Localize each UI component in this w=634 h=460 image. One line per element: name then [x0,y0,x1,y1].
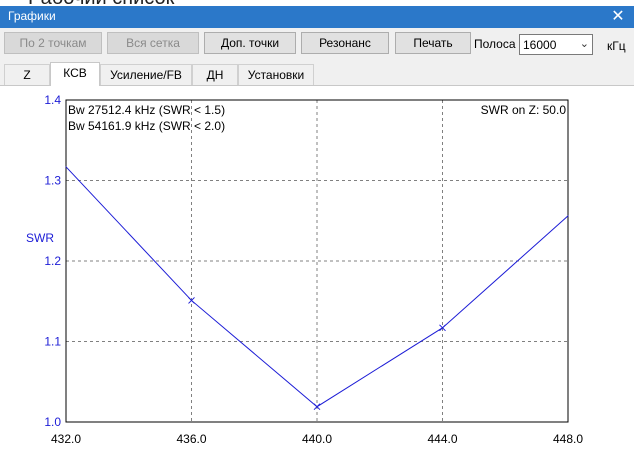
y-tick-label: 1.2 [44,254,61,268]
by-two-points-button[interactable]: По 2 точкам [4,32,102,54]
graphs-window: Графики ✕ По 2 точкам Вся сетка Доп. точ… [0,6,634,457]
swr-point [567,215,569,217]
band-label: Полоса [474,37,516,51]
bandwidth-annotation-2: Bw 54161.9 kHz (SWR < 2.0) [68,119,225,133]
extra-points-button[interactable]: Доп. точки [204,32,296,54]
x-tick-label: 448.0 [553,432,583,446]
band-select[interactable]: 16000 ⌄ [519,34,593,55]
y-axis-label: SWR [26,231,54,245]
swr-point [65,166,67,168]
band-value: 16000 [523,38,557,52]
band-unit: кГц [607,39,626,53]
y-tick-label: 1.0 [44,415,61,429]
print-button[interactable]: Печать [395,32,471,54]
swr-reference-annotation: SWR on Z: 50.0 [481,103,567,117]
tab-settings[interactable]: Установки [238,64,314,85]
window-title: Графики [8,9,56,23]
x-tick-label: 432.0 [51,432,81,446]
tab-gain-fb[interactable]: Усиление/FB [100,64,192,85]
y-tick-label: 1.3 [44,174,61,188]
x-tick-label: 436.0 [176,432,206,446]
title-bar[interactable]: Графики ✕ [0,6,634,28]
close-icon[interactable]: ✕ [608,6,628,28]
bandwidth-annotation-1: Bw 27512.4 kHz (SWR < 1.5) [68,103,225,117]
x-tick-label: 444.0 [427,432,457,446]
swr-chart: 432.0 436.0 440.0 444.0 448.0 1.0 1.1 1.2 1.3 1.4… [26,93,583,446]
y-tick-label: 1.4 [44,93,61,107]
x-tick-label: 440.0 [302,432,332,446]
resonance-button[interactable]: Резонанс [301,32,389,54]
tab-pattern[interactable]: ДН [192,64,238,85]
y-tick-label: 1.1 [44,335,61,349]
tab-z[interactable]: Z [4,64,50,85]
tab-swr[interactable]: КСВ [50,62,100,86]
swr-tab-panel: 432.0 436.0 440.0 444.0 448.0 1.0 1.1 1.2 1.3 1.4… [0,85,634,457]
chevron-down-icon[interactable]: ⌄ [580,37,589,50]
full-grid-button[interactable]: Вся сетка [107,32,199,54]
